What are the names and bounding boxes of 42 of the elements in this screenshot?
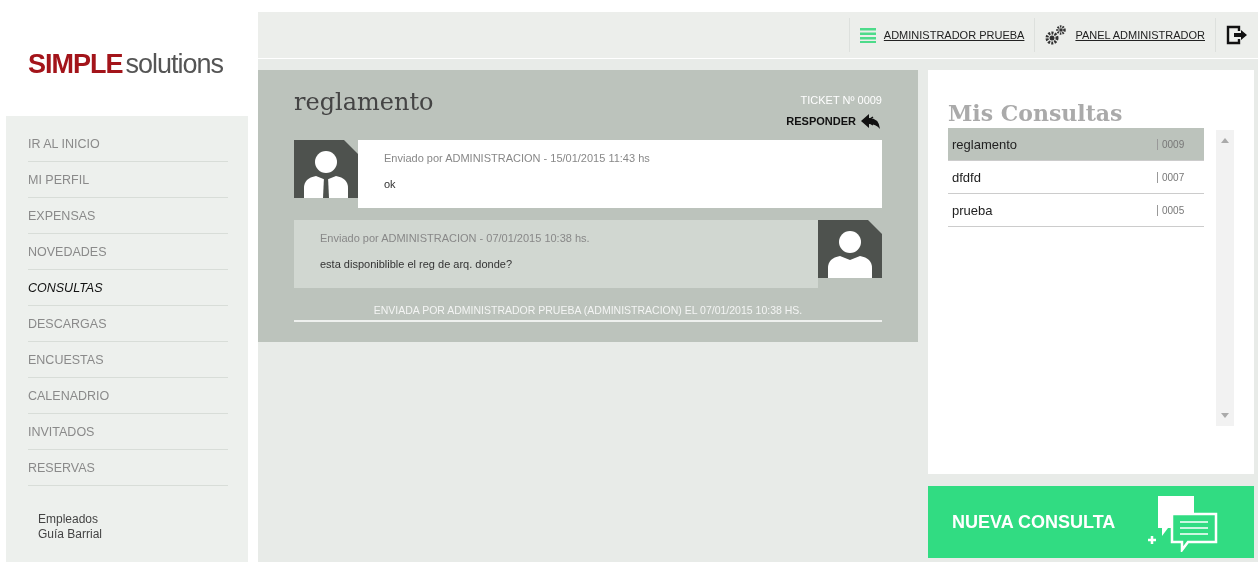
message-text: esta disponiblible el reg de arq. donde? <box>320 258 514 270</box>
scroll-down-icon[interactable] <box>1221 413 1229 418</box>
nav-item[interactable]: INVITADOS <box>28 414 228 450</box>
list-title: Mis Consultas <box>948 100 1124 126</box>
message-meta: Enviado por ADMINISTRACION - 15/01/2015 11:43 hs <box>384 152 651 164</box>
ticket-number: TICKET Nº 0009 <box>800 94 882 106</box>
consulta-row[interactable]: prueba 0005 <box>948 194 1204 227</box>
avatar-icon <box>818 220 882 278</box>
sub-link[interactable]: Empleados <box>38 512 248 527</box>
consulta-name: reglamento <box>952 136 1018 152</box>
reply-icon <box>860 112 882 130</box>
reply-button[interactable]: RESPONDER <box>786 112 882 130</box>
nav-item[interactable]: IR AL INICIO <box>28 126 228 162</box>
logout-icon[interactable] <box>1226 25 1248 45</box>
ticket-title: reglamento <box>294 88 434 118</box>
nav-item[interactable]: EXPENSAS <box>28 198 228 234</box>
nav-item[interactable]: CALENADRIO <box>28 378 228 414</box>
consulta-number: 0009 <box>1157 138 1200 150</box>
sub-link[interactable]: Guía Barrial <box>38 527 248 542</box>
nav-item[interactable]: RESERVAS <box>28 450 228 486</box>
logo-brand: SIMPLE <box>28 48 123 80</box>
nav-item[interactable]: MI PERFIL <box>28 162 228 198</box>
message-text: ok <box>384 178 397 190</box>
consulta-name: prueba <box>952 202 993 218</box>
admin-panel-link[interactable]: PANEL ADMINISTRADOR <box>1075 29 1205 41</box>
scroll-up-icon[interactable] <box>1221 138 1229 143</box>
consulta-row[interactable]: reglamento 0009 <box>948 128 1204 161</box>
menu-icon[interactable] <box>859 27 876 43</box>
new-consulta-button[interactable]: NUEVA CONSULTA <box>928 486 1254 558</box>
nav-item[interactable]: ENCUESTAS <box>28 342 228 378</box>
nav-item[interactable]: DESCARGAS <box>28 306 228 342</box>
gears-icon[interactable] <box>1045 25 1068 45</box>
consulta-row[interactable]: dfdfd 0007 <box>948 161 1204 194</box>
nav-item[interactable]: NOVEDADES <box>28 234 228 270</box>
consulta-name: dfdfd <box>952 169 981 185</box>
logo-suffix: solutions <box>125 48 224 80</box>
consulta-number: 0005 <box>1157 204 1200 216</box>
user-link[interactable]: ADMINISTRADOR PRUEBA <box>883 29 1025 41</box>
consulta-number: 0007 <box>1157 171 1200 183</box>
nav-item[interactable]: CONSULTAS <box>28 270 228 306</box>
scrollbar[interactable] <box>1216 130 1234 426</box>
message-meta: Enviado por ADMINISTRACION - 07/01/2015 10:38 hs. <box>320 232 591 244</box>
